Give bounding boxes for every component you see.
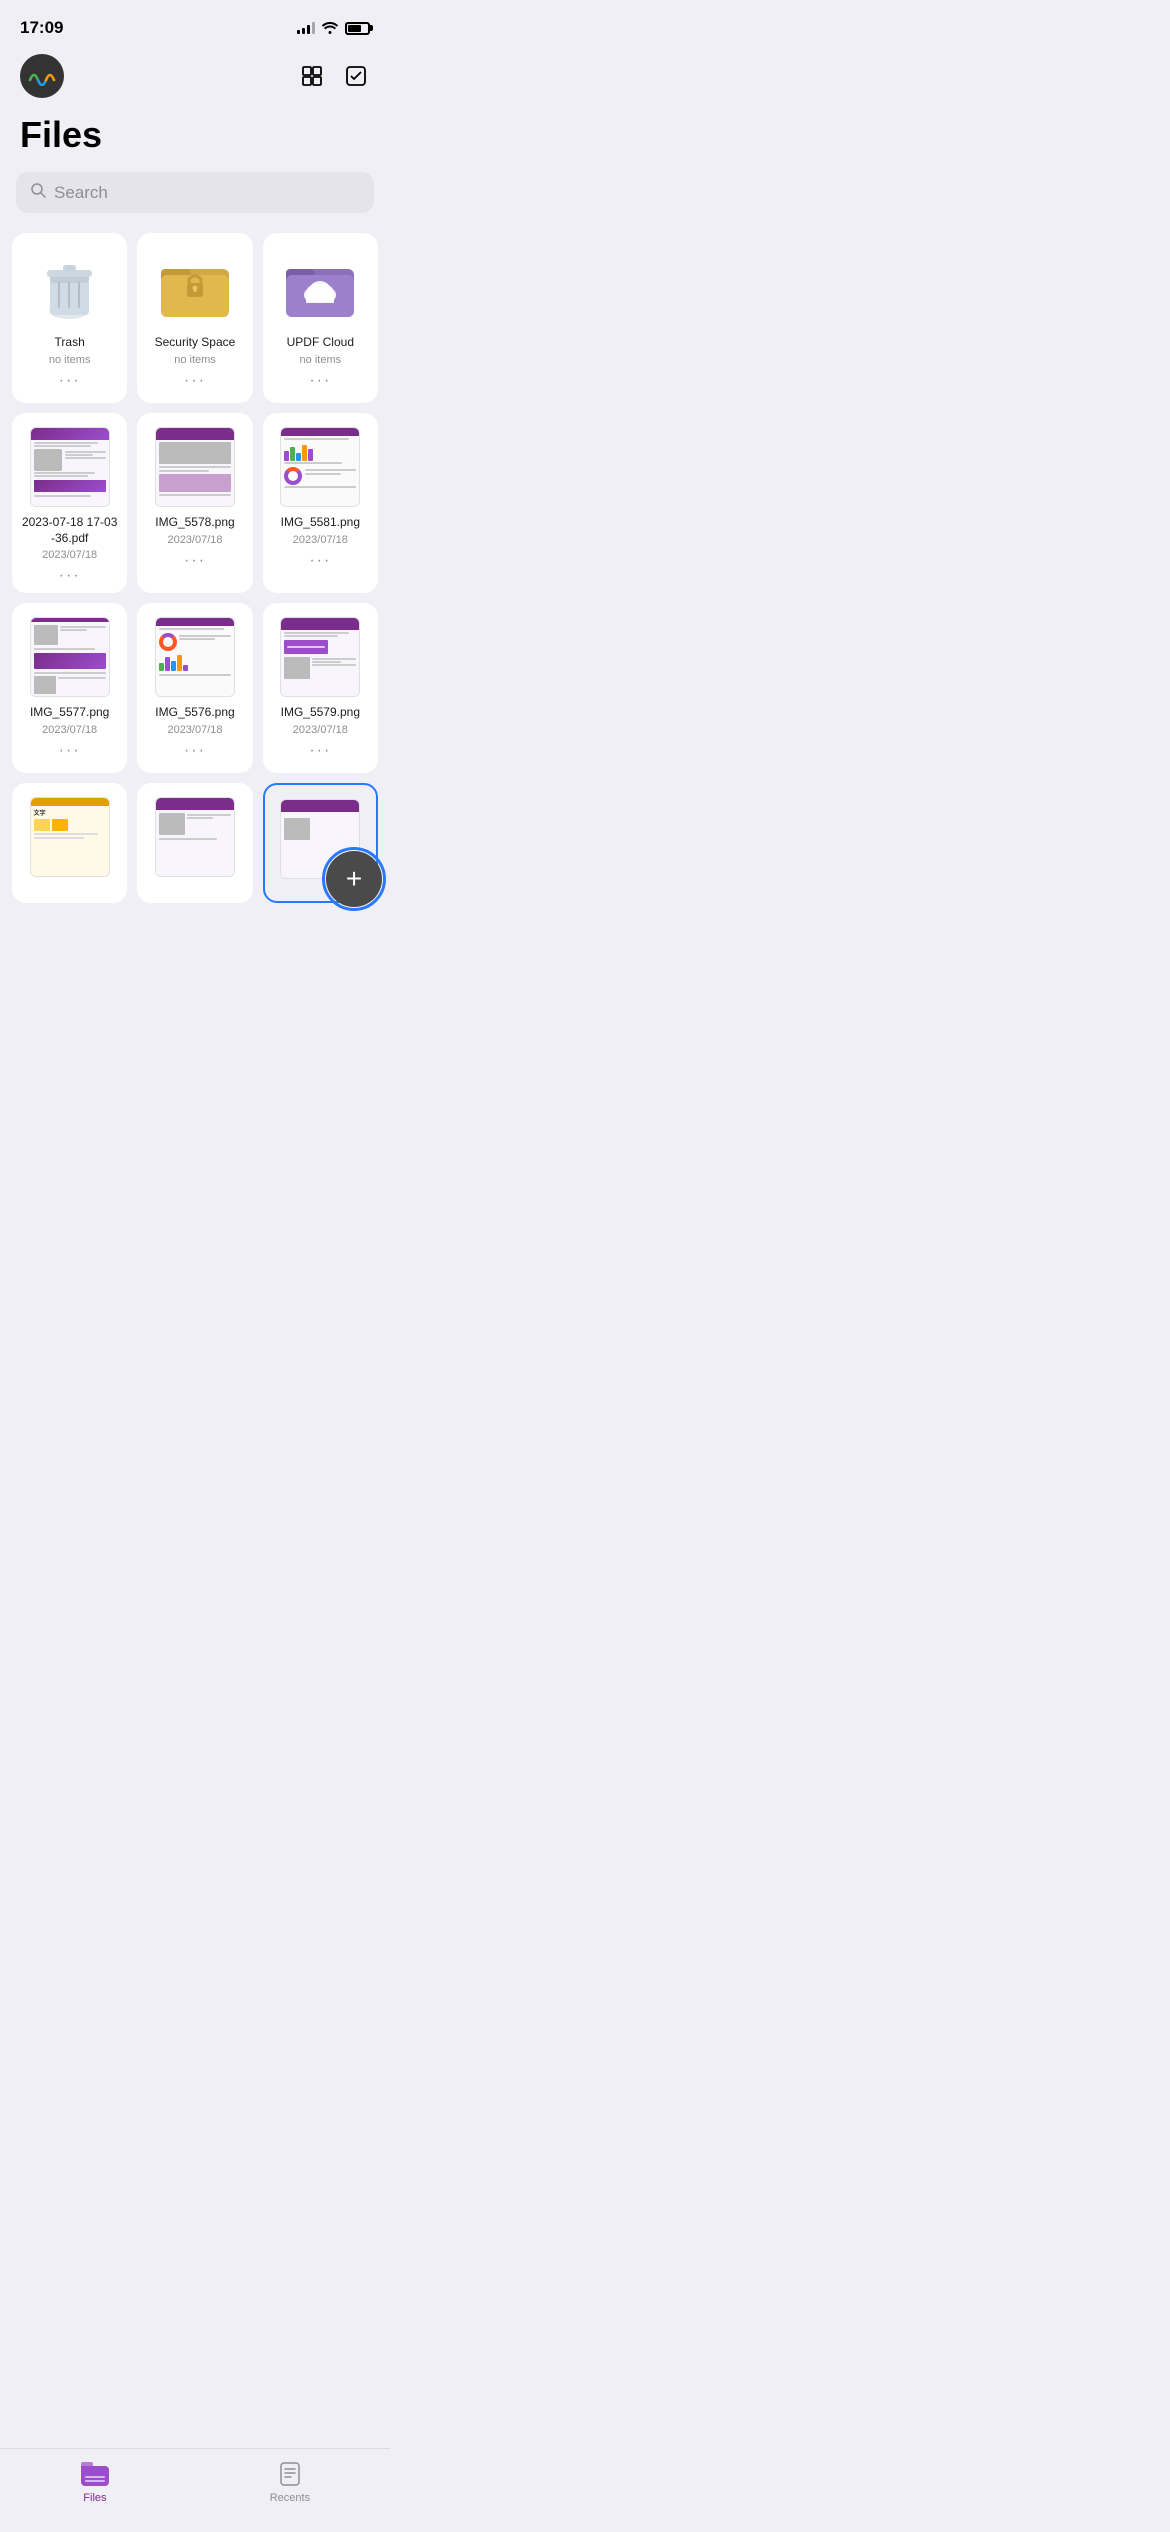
file-date-pdf: 2023/07/18 [42,549,97,561]
search-placeholder: Search [54,183,108,203]
partial2-thumb-area [155,797,235,877]
page-title: Files [0,106,390,172]
folder-more-trash[interactable]: ··· [59,372,81,390]
status-bar: 17:09 [0,0,390,50]
battery-icon [345,22,370,35]
folder-card-trash[interactable]: Trash no items ··· [12,233,127,403]
file-date-5576: 2023/07/18 [167,724,222,736]
file-card-5581[interactable]: IMG_5581.png 2023/07/18 ··· [263,413,378,593]
file-more-5578[interactable]: ··· [184,552,206,570]
header-actions [298,62,370,90]
folder-more-cloud[interactable]: ··· [309,372,331,390]
folder-lock-icon [161,257,229,317]
file-more-5579[interactable]: ··· [309,742,331,760]
img5578-thumbnail [155,427,235,507]
folder-card-cloud[interactable]: UPDF Cloud no items ··· [263,233,378,403]
tab-files-icon [80,2459,110,2489]
trash-icon [37,255,102,320]
file-date-5577: 2023/07/18 [42,724,97,736]
img5576-thumb-area [155,617,235,697]
file-name-5581: IMG_5581.png [281,515,360,531]
fab-ring: + [322,847,378,903]
img5578-thumb-area [155,427,235,507]
file-more-pdf[interactable]: ··· [59,567,81,585]
file-card-5577[interactable]: IMG_5577.png 2023/07/18 ··· [12,603,127,773]
security-icon-area [155,247,235,327]
fab-placeholder: + [263,783,378,903]
tab-files-label: Files [83,2492,106,2504]
img5581-thumbnail [280,427,360,507]
tab-recents[interactable]: Recents [270,2459,310,2504]
pdf-thumb-area [30,427,110,507]
search-container: Search [0,172,390,233]
file-card-partial-2[interactable] [137,783,252,903]
file-more-5577[interactable]: ··· [59,742,81,760]
file-date-5579: 2023/07/18 [293,724,348,736]
search-icon [30,182,46,203]
add-button[interactable]: + [326,851,378,903]
img5579-thumb-area [280,617,360,697]
folder-subtitle-security: no items [174,354,216,366]
pdf-thumbnail [30,427,110,507]
img5581-thumb-area [280,427,360,507]
grid-view-button[interactable] [298,62,326,90]
select-button[interactable] [342,62,370,90]
cloud-icon-area [280,247,360,327]
wifi-icon [321,20,339,37]
folder-cloud-icon [286,257,354,317]
img5576-thumbnail [155,617,235,697]
file-date-5578: 2023/07/18 [167,534,222,546]
file-card-pdf[interactable]: 2023-07-18 17-03-36.pdf 2023/07/18 ··· [12,413,127,593]
folder-name-trash: Trash [55,335,85,351]
img5577-thumb-area [30,617,110,697]
partial2-thumbnail [155,797,235,877]
file-name-5576: IMG_5576.png [155,705,234,721]
file-card-partial-3[interactable]: + [263,783,378,903]
folder-card-security[interactable]: Security Space no items ··· [137,233,252,403]
tab-bar: Files Recents [0,2448,390,2532]
file-card-5579[interactable]: IMG_5579.png 2023/07/18 ··· [263,603,378,773]
partial1-thumb-area: 文字 [30,797,110,877]
folder-subtitle-trash: no items [49,354,91,366]
file-name-pdf: 2023-07-18 17-03-36.pdf [20,515,119,546]
plus-icon: + [346,865,362,893]
folder-subtitle-cloud: no items [300,354,342,366]
file-name-5577: IMG_5577.png [30,705,109,721]
signal-icon [297,22,315,34]
partial1-thumbnail: 文字 [30,797,110,877]
file-card-5578[interactable]: IMG_5578.png 2023/07/18 ··· [137,413,252,593]
status-icons [297,20,370,37]
folder-name-cloud: UPDF Cloud [287,335,354,351]
file-name-5579: IMG_5579.png [281,705,360,721]
img5577-thumbnail [30,617,110,697]
file-date-5581: 2023/07/18 [293,534,348,546]
app-header [0,50,390,106]
tab-recents-label: Recents [270,2492,310,2504]
folder-name-security: Security Space [155,335,236,351]
file-card-partial-1[interactable]: 文字 [12,783,127,903]
tab-recents-icon [275,2459,305,2489]
tab-files[interactable]: Files [80,2459,110,2504]
file-card-5576[interactable]: IMG_5576.png 2023/07/18 ··· [137,603,252,773]
file-more-5576[interactable]: ··· [184,742,206,760]
img5579-thumbnail [280,617,360,697]
file-name-5578: IMG_5578.png [155,515,234,531]
status-time: 17:09 [20,18,63,38]
file-more-5581[interactable]: ··· [309,552,331,570]
files-grid: Trash no items ··· Security Space no ite… [0,233,390,1003]
trash-icon-area [30,247,110,327]
folder-more-security[interactable]: ··· [184,372,206,390]
app-logo[interactable] [20,54,64,98]
search-bar[interactable]: Search [16,172,374,213]
